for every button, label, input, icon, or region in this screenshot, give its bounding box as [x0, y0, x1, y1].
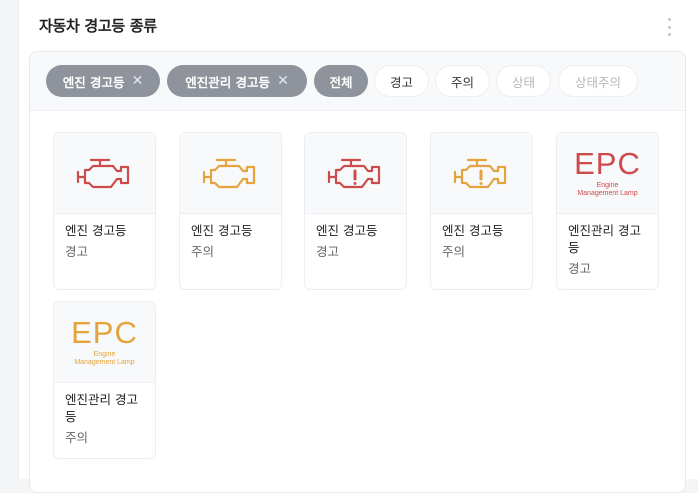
- filter-chip-label: 경고: [389, 74, 413, 90]
- item-name: 엔진관리 경고등: [65, 392, 138, 424]
- engine-icon: [202, 158, 255, 189]
- filter-chip-label: 상태: [511, 74, 535, 90]
- engine-icon: [76, 158, 129, 189]
- filter-chip-engine[interactable]: 엔진 경고등 ✕: [46, 65, 160, 97]
- engine-exclamation-icon: [453, 158, 506, 189]
- epc-icon: EPC Engine Management Lamp: [574, 148, 641, 198]
- filter-chip-label: 엔진관리 경고등: [185, 74, 271, 90]
- filter-chip-status: 상태: [496, 65, 551, 97]
- list-item[interactable]: 엔진 경고등 주의: [430, 132, 533, 290]
- item-level: 주의: [442, 244, 466, 259]
- item-level: 경고: [568, 261, 592, 276]
- item-level: 경고: [316, 244, 340, 259]
- warning-lights-card: 자동차 경고등 종류 엔진 경고등 ✕ 엔진관리 경고등 ✕ 전체 경고 주의 …: [18, 0, 698, 493]
- item-level: 주의: [191, 244, 215, 259]
- epc-label: EPC: [574, 146, 641, 181]
- epc-sub-line2: Management Lamp: [577, 190, 638, 197]
- item-level: 주의: [65, 430, 89, 445]
- filter-chip-label: 전체: [329, 74, 353, 90]
- item-name: 엔진 경고등: [65, 223, 127, 238]
- filter-chip-label: 상태주의: [574, 74, 621, 90]
- epc-label: EPC: [71, 315, 138, 350]
- list-item[interactable]: 엔진 경고등 경고: [304, 132, 407, 290]
- content-panel: 엔진 경고등 ✕ 엔진관리 경고등 ✕ 전체 경고 주의 상태 상태주의 엔진 …: [29, 51, 686, 493]
- filter-chip-label: 엔진 경고등: [62, 74, 125, 90]
- epc-sub-line1: Engine: [596, 182, 619, 189]
- filter-chip-warning[interactable]: 경고: [374, 65, 429, 97]
- item-thumbnail: [180, 133, 281, 214]
- item-name: 엔진 경고등: [191, 223, 253, 238]
- filter-chip-engine-management[interactable]: 엔진관리 경고등 ✕: [167, 65, 307, 97]
- item-name: 엔진 경고등: [442, 223, 504, 238]
- item-name: 엔진 경고등: [316, 223, 378, 238]
- item-thumbnail: [305, 133, 406, 214]
- item-thumbnail: [54, 133, 155, 214]
- item-name: 엔진관리 경고등: [568, 223, 641, 255]
- filter-chip-caution[interactable]: 주의: [435, 65, 490, 97]
- remove-filter-icon[interactable]: ✕: [277, 73, 289, 89]
- list-item[interactable]: EPC Engine Management Lamp 엔진관리 경고등 주의: [53, 301, 156, 459]
- item-level: 경고: [65, 244, 89, 259]
- remove-filter-icon[interactable]: ✕: [132, 73, 144, 89]
- item-thumbnail: [431, 133, 532, 214]
- item-thumbnail: EPC Engine Management Lamp: [54, 302, 155, 383]
- epc-icon: EPC Engine Management Lamp: [71, 317, 138, 367]
- item-thumbnail: EPC Engine Management Lamp: [557, 133, 658, 214]
- list-item[interactable]: 엔진 경고등 주의: [179, 132, 282, 290]
- filter-chip-status-caution: 상태주의: [558, 65, 638, 97]
- epc-sub-line2: Management Lamp: [74, 359, 135, 366]
- filter-chip-label: 주의: [450, 74, 474, 90]
- list-item[interactable]: EPC Engine Management Lamp 엔진관리 경고등 경고: [556, 132, 659, 290]
- engine-exclamation-icon: [327, 158, 380, 189]
- filter-bar: 엔진 경고등 ✕ 엔진관리 경고등 ✕ 전체 경고 주의 상태 상태주의: [30, 52, 685, 111]
- page-title: 자동차 경고등 종류: [39, 17, 157, 35]
- filter-chip-all[interactable]: 전체: [314, 65, 368, 97]
- list-item[interactable]: 엔진 경고등 경고: [53, 132, 156, 290]
- epc-sub-line1: Engine: [93, 351, 116, 358]
- more-options-icon[interactable]: [666, 18, 672, 36]
